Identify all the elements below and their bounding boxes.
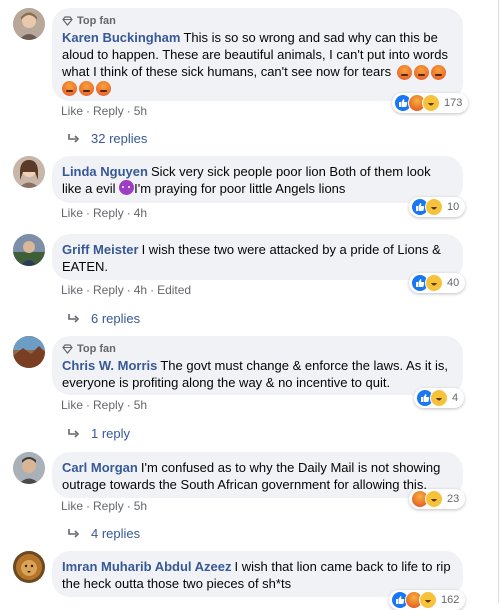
- angry-face-icon: [396, 65, 412, 81]
- comment-bubble: Top fan Chris W. Morris The govt must cha…: [52, 336, 463, 395]
- angry-face-icon: [62, 81, 77, 97]
- top-fan-label: Top fan: [77, 343, 116, 355]
- replies-count[interactable]: 6 replies: [91, 311, 140, 326]
- angry-face-icon: [430, 65, 446, 81]
- comment-actions: Like · Reply · 5h: [61, 499, 147, 513]
- reply-arrow-icon: [68, 428, 80, 438]
- replies-count[interactable]: 1 reply: [91, 426, 130, 441]
- like-button[interactable]: Like: [61, 104, 83, 118]
- timestamp[interactable]: 5h: [134, 398, 147, 412]
- like-button[interactable]: Like: [61, 283, 83, 297]
- like-button[interactable]: Like: [61, 206, 83, 220]
- emoji-group: [396, 65, 446, 81]
- comment-author[interactable]: Karen Buckingham: [62, 30, 180, 45]
- separator: ·: [86, 104, 91, 118]
- reply-button[interactable]: Reply: [93, 398, 124, 412]
- avatar[interactable]: [13, 8, 45, 40]
- reply-button[interactable]: Reply: [93, 104, 124, 118]
- top-fan-badge: Top fan: [62, 15, 453, 27]
- comment-bubble: Linda Nguyen Sick very sick people poor l…: [52, 156, 463, 203]
- reactions-summary[interactable]: 4: [414, 388, 465, 408]
- haha-reaction-icon: [419, 591, 437, 609]
- comment-text-continued: I'm praying for poor little Angels lions: [134, 181, 346, 196]
- comment-actions: Like · Reply · 5h: [61, 104, 147, 118]
- reaction-count: 4: [452, 392, 459, 404]
- emoji-group: [62, 81, 453, 97]
- reaction-count: 10: [447, 201, 460, 213]
- haha-reaction-icon: [430, 389, 448, 407]
- separator: ·: [126, 206, 131, 220]
- timestamp[interactable]: 4h: [134, 206, 147, 220]
- edited-label: Edited: [157, 283, 192, 297]
- reply-arrow-icon: [68, 528, 80, 538]
- reaction-count: 173: [444, 97, 463, 109]
- haha-reaction-icon: [422, 94, 440, 112]
- top-fan-diamond-icon: [62, 16, 73, 26]
- timestamp[interactable]: 5h: [134, 499, 147, 513]
- avatar[interactable]: [13, 234, 45, 266]
- separator: ·: [126, 283, 131, 297]
- separator: ·: [126, 104, 131, 118]
- comment-author[interactable]: Carl Morgan: [62, 460, 138, 475]
- like-button[interactable]: Like: [61, 499, 83, 513]
- smiling-devil-icon: [119, 180, 135, 195]
- reply-arrow-icon: [68, 133, 80, 143]
- comment-author[interactable]: Griff Meister: [62, 242, 139, 257]
- reply-button[interactable]: Reply: [93, 499, 124, 513]
- angry-face-icon: [96, 81, 111, 97]
- top-fan-badge: Top fan: [62, 343, 453, 355]
- reactions-summary[interactable]: 173: [392, 93, 469, 113]
- comment-actions: Like · Reply · 4h · Edited: [61, 283, 191, 297]
- angry-face-icon: [413, 65, 429, 81]
- separator: ·: [86, 398, 91, 412]
- reply-arrow-icon: [68, 313, 80, 323]
- separator: ·: [86, 206, 91, 220]
- reaction-count: 23: [447, 493, 460, 505]
- like-button[interactable]: Like: [61, 398, 83, 412]
- comment-bubble: Griff Meister I wish these two were attac…: [52, 234, 463, 280]
- view-replies-link[interactable]: 6 replies: [68, 311, 140, 326]
- comment-bubble: Top fan Karen Buckingham This is so so wr…: [52, 8, 463, 101]
- separator: ·: [86, 283, 91, 297]
- replies-count[interactable]: 32 replies: [91, 131, 147, 146]
- comment-author[interactable]: Imran Muharib Abdul Azeez: [62, 559, 232, 574]
- reactions-summary[interactable]: 162: [389, 590, 466, 610]
- reactions-summary[interactable]: 10: [409, 197, 466, 217]
- replies-count[interactable]: 4 replies: [91, 526, 140, 541]
- separator: ·: [86, 499, 91, 513]
- comment-author[interactable]: Linda Nguyen: [62, 164, 148, 179]
- angry-face-icon: [79, 81, 94, 97]
- haha-reaction-icon: [425, 198, 443, 216]
- avatar[interactable]: [13, 336, 45, 368]
- view-replies-link[interactable]: 32 replies: [68, 131, 147, 146]
- haha-reaction-icon: [425, 490, 443, 508]
- reaction-count: 40: [447, 277, 460, 289]
- reply-button[interactable]: Reply: [93, 206, 124, 220]
- comment-actions: Like · Reply · 5h: [61, 398, 147, 412]
- comment-actions: Like · Reply · 4h: [61, 206, 147, 220]
- timestamp[interactable]: 5h: [134, 104, 147, 118]
- comment-author[interactable]: Chris W. Morris: [62, 358, 157, 373]
- top-fan-label: Top fan: [77, 15, 116, 27]
- separator: ·: [126, 499, 131, 513]
- haha-reaction-icon: [425, 274, 443, 292]
- separator: ·: [126, 398, 131, 412]
- view-replies-link[interactable]: 1 reply: [68, 426, 130, 441]
- avatar[interactable]: [13, 551, 45, 583]
- reactions-summary[interactable]: 40: [409, 273, 466, 293]
- top-fan-diamond-icon: [62, 344, 73, 354]
- view-replies-link[interactable]: 4 replies: [68, 526, 140, 541]
- avatar[interactable]: [13, 452, 45, 484]
- separator: ·: [150, 283, 155, 297]
- reaction-count: 162: [441, 594, 460, 606]
- reply-button[interactable]: Reply: [93, 283, 124, 297]
- reactions-summary[interactable]: 23: [409, 489, 466, 509]
- comment-bubble: Carl Morgan I'm confused as to why the Da…: [52, 452, 463, 498]
- timestamp[interactable]: 4h: [134, 283, 147, 297]
- avatar[interactable]: [13, 156, 45, 188]
